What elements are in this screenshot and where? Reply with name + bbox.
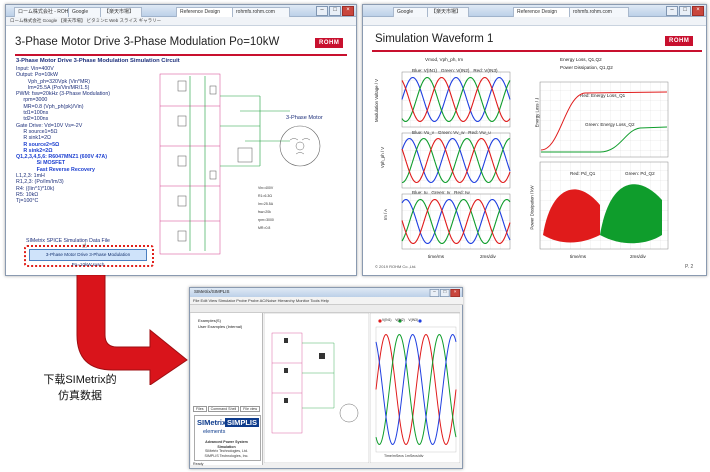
caption-line: 下载SIMetrix的 bbox=[43, 374, 117, 386]
simetrix-waveform-panel bbox=[370, 313, 460, 463]
elements-logo: elements bbox=[203, 429, 226, 435]
tab-file-view[interactable]: File view bbox=[240, 406, 261, 412]
sim-legend-item: V(IN3) bbox=[408, 318, 418, 322]
tab-files[interactable]: Files bbox=[193, 406, 207, 412]
caption-line: 仿真数据 bbox=[58, 390, 102, 402]
maximize-icon[interactable]: □ bbox=[440, 289, 450, 297]
sim-legend-item: V(IN2) bbox=[395, 318, 405, 322]
logo-sub-line: SIMPLIS Technologies, Inc. bbox=[204, 453, 249, 458]
tab-command-shell[interactable]: Command Shell bbox=[207, 406, 240, 412]
close-icon[interactable]: × bbox=[450, 289, 460, 297]
plot-panel-vmod bbox=[401, 71, 511, 128]
minimize-icon[interactable]: – bbox=[429, 289, 440, 297]
sim-status: Ready bbox=[193, 462, 204, 466]
tree-item-examples[interactable]: Examples(S) bbox=[198, 318, 221, 323]
logo-sub-line: Advanced Power System Simulation bbox=[205, 440, 248, 449]
simetrix-window-buttons: – □ × bbox=[429, 289, 460, 297]
plot-panel-im bbox=[401, 193, 511, 250]
simetrix-title: SIMetrix/SIMPLIS bbox=[194, 289, 230, 294]
logo-sub-line: SIMetrix Technologies, Ltd. bbox=[204, 449, 249, 453]
sim-xlabel: Time/mSecs 1mSecs/div bbox=[384, 454, 424, 458]
simetrix-logo: SIMetrix bbox=[197, 418, 227, 427]
simetrix-menubar[interactable]: File Edit View Simulator Probe Probe AC/… bbox=[190, 297, 463, 305]
simetrix-toolbar[interactable] bbox=[190, 305, 460, 313]
sim-legend: V(IN1) V(IN2) V(IN3) bbox=[382, 318, 418, 322]
arrow-icon bbox=[76, 275, 188, 385]
tree-item-user[interactable]: User Examples (Internal) bbox=[198, 324, 242, 329]
simetrix-logo-subtitle: Advanced Power System Simulation SIMetri… bbox=[196, 440, 257, 458]
sim-legend-item: V(IN1) bbox=[382, 318, 392, 322]
simetrix-schematic-panel bbox=[264, 313, 369, 463]
simplis-logo: SIMPLIS bbox=[225, 418, 260, 427]
simetrix-bottom-tabs: Files Command Shell File view bbox=[193, 406, 261, 412]
download-caption: 下载SIMetrix的 仿真数据 bbox=[20, 372, 140, 404]
